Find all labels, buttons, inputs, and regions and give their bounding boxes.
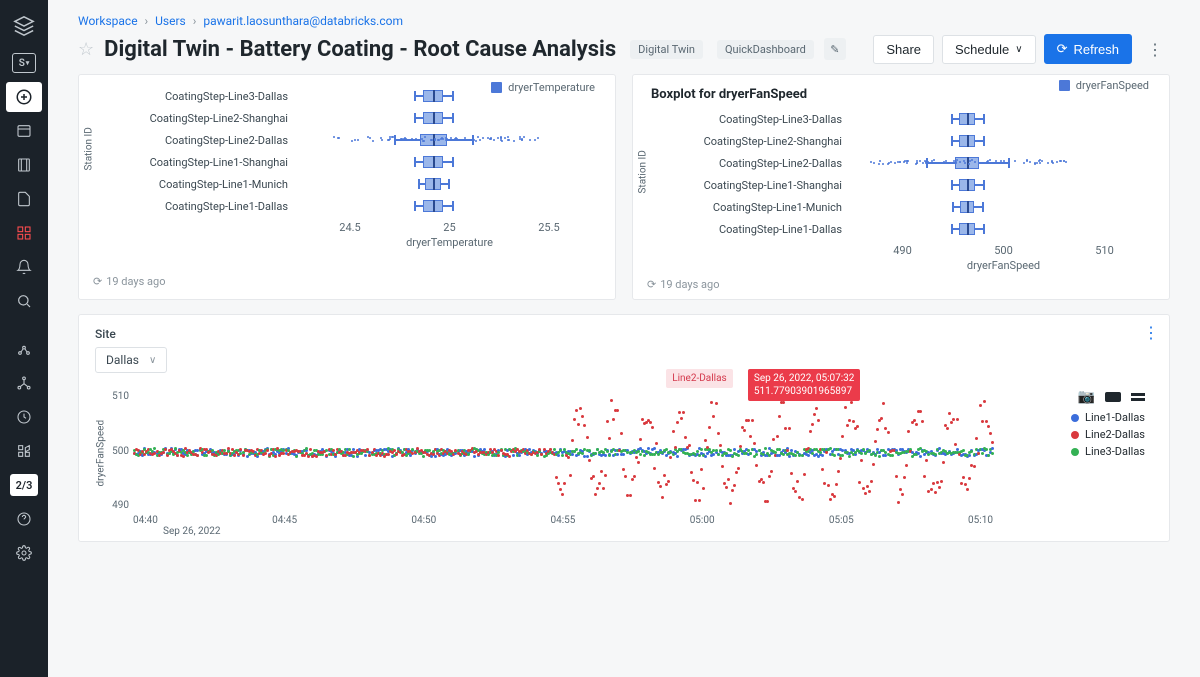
bell-icon[interactable] (6, 252, 42, 282)
share-button[interactable]: Share (873, 35, 934, 64)
title-row: ☆ Digital Twin - Battery Coating - Root … (78, 34, 1170, 64)
more-menu-icon[interactable]: ⋮ (1140, 34, 1170, 64)
chart-boxplot-fanspeed[interactable]: Station ID CoatingStep-Line3-Dallas Coat… (647, 108, 1155, 268)
site-label: Site (95, 327, 1153, 341)
star-icon[interactable]: ☆ (78, 39, 94, 60)
breadcrumb-user[interactable]: pawarit.laosunthara@databricks.com (203, 14, 403, 28)
boxplot-row: CoatingStep-Line1-Dallas (93, 195, 601, 217)
data-icon[interactable] (6, 334, 42, 364)
breadcrumb-workspace[interactable]: Workspace (78, 14, 138, 28)
left-sidebar: S▾ 2/3 (0, 0, 48, 677)
boxplot-row: CoatingStep-Line1-Shanghai (93, 151, 601, 173)
new-icon[interactable] (6, 82, 42, 112)
chart-boxplot-temperature[interactable]: Station ID CoatingStep-Line3-Dallas Coat… (93, 85, 601, 265)
compute-icon[interactable] (6, 368, 42, 398)
queries-icon[interactable] (6, 150, 42, 180)
timeseries-date: Sep 26, 2022 (163, 526, 1153, 537)
page-indicator[interactable]: 2/3 (6, 470, 42, 500)
pan-tool-icon[interactable] (1131, 393, 1145, 401)
edit-tags-icon[interactable]: ✎ (824, 38, 846, 60)
refreshed-ago-1: ⟳19 days ago (93, 275, 601, 288)
history-icon[interactable] (6, 402, 42, 432)
boxplot-row: CoatingStep-Line1-Munich (647, 196, 1155, 218)
x-ticks-temperature: 24.52525.5 (298, 221, 601, 234)
breadcrumb-users[interactable]: Users (155, 14, 186, 28)
sql-editor-icon[interactable] (6, 116, 42, 146)
dashboards-icon[interactable] (6, 184, 42, 214)
sql-badge[interactable]: S▾ (6, 48, 42, 78)
x-ticks-fanspeed: 490500510 (852, 244, 1155, 257)
boxplot-row: CoatingStep-Line2-Dallas (647, 152, 1155, 174)
panel-dryer-temperature: dryerTemperature Station ID CoatingStep-… (78, 74, 616, 300)
tag-digital-twin[interactable]: Digital Twin (630, 40, 703, 59)
zoom-tool-icon[interactable] (1105, 392, 1121, 402)
site-select[interactable]: Dallas∨ (95, 347, 167, 373)
hover-label: Line2-Dallas (666, 369, 733, 388)
boxplot-row: CoatingStep-Line1-Munich (93, 173, 601, 195)
settings-icon[interactable] (6, 538, 42, 568)
boxplot-row: CoatingStep-Line3-Dallas (647, 108, 1155, 130)
hover-tooltip: Sep 26, 2022, 05:07:32511.77903901965897 (748, 369, 861, 401)
camera-icon[interactable]: 📷 (1078, 389, 1095, 405)
schedule-button[interactable]: Schedule∨ (942, 35, 1036, 64)
search-icon[interactable] (6, 286, 42, 316)
panel-dryer-fanspeed: Boxplot for dryerFanSpeed dryerFanSpeed … (632, 74, 1170, 300)
chevron-down-icon: ∨ (149, 355, 156, 366)
boxplot-row: CoatingStep-Line2-Shanghai (647, 130, 1155, 152)
timeseries-legend: Line1-Dallas Line2-Dallas Line3-Dallas (1071, 411, 1145, 458)
boxplot-row: CoatingStep-Line2-Dallas (93, 129, 601, 151)
timeseries-chart[interactable]: 📷 Line1-DallasLine2-DallasLine3-Dallas d… (95, 391, 1153, 537)
legend-item[interactable]: Line1-Dallas (1071, 411, 1145, 424)
boxplot-row: CoatingStep-Line2-Shanghai (93, 107, 601, 129)
chart-toolbar: 📷 (1078, 389, 1145, 405)
warehouse-icon[interactable] (6, 436, 42, 466)
boxplot-row: CoatingStep-Line1-Shanghai (647, 174, 1155, 196)
site-panel: ⋮ Site Dallas∨ 📷 Line1-Dallas Line2-Dalla… (78, 314, 1170, 542)
top-panels: dryerTemperature Station ID CoatingStep-… (78, 74, 1170, 300)
refreshed-ago-2: ⟳19 days ago (647, 278, 1155, 291)
boxplot-row: CoatingStep-Line1-Dallas (647, 218, 1155, 240)
breadcrumb: Workspace › Users › pawarit.laosunthara@… (78, 0, 1170, 34)
app-root: S▾ 2/3 Workspace › Users › pawarit.laosu… (0, 0, 1200, 677)
page-title: Digital Twin - Battery Coating - Root Ca… (104, 37, 616, 62)
tag-quickdashboard[interactable]: QuickDashboard (717, 40, 814, 59)
legend-item[interactable]: Line2-Dallas (1071, 428, 1145, 441)
legend-fanspeed: dryerFanSpeed (1059, 79, 1149, 92)
help-icon[interactable] (6, 504, 42, 534)
alerts-icon[interactable] (6, 218, 42, 248)
legend-item[interactable]: Line3-Dallas (1071, 445, 1145, 458)
boxplot-row: CoatingStep-Line3-Dallas (93, 85, 601, 107)
main-content: Workspace › Users › pawarit.laosunthara@… (48, 0, 1200, 677)
timeseries-x-ticks: 04:4004:4504:5004:5505:0005:0505:10 (133, 515, 993, 526)
site-panel-menu-icon[interactable]: ⋮ (1143, 323, 1159, 342)
refresh-button[interactable]: ⟳Refresh (1044, 34, 1132, 64)
logo-icon[interactable] (6, 8, 42, 44)
